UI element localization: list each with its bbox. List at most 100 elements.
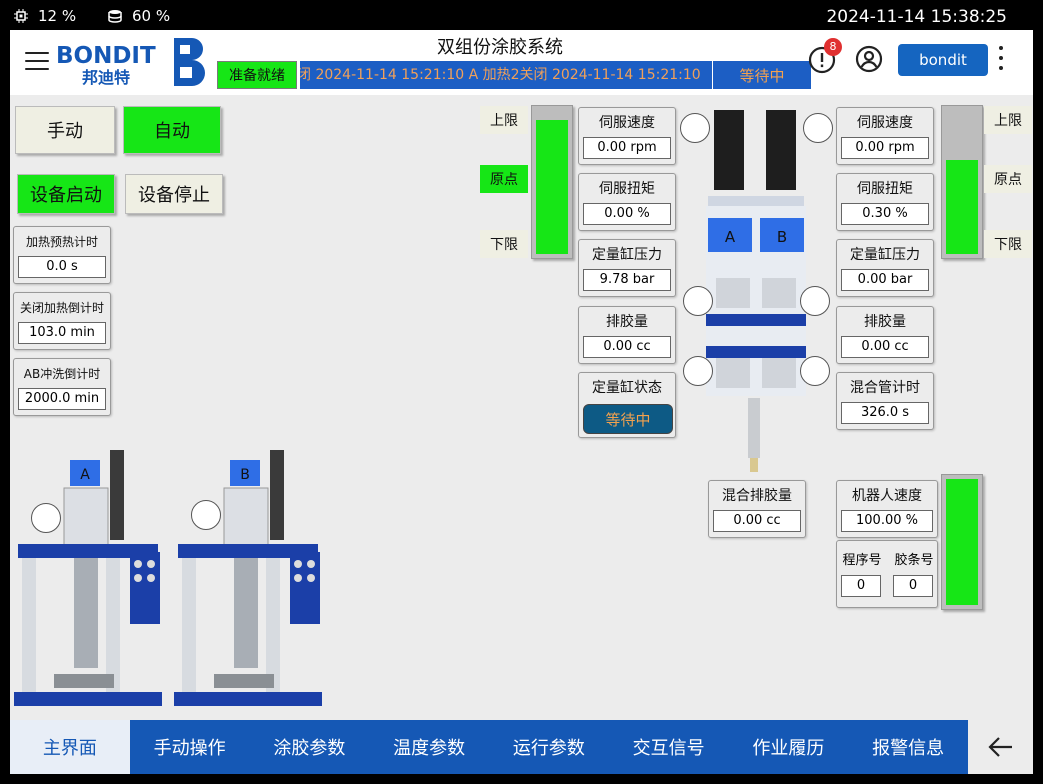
arrow-left-icon: [987, 737, 1012, 757]
param-value: 0.00 rpm: [583, 137, 671, 159]
tab-main[interactable]: 主界面: [10, 720, 130, 774]
right-low-indicator-lamp: [800, 356, 830, 386]
svg-text:邦迪特: 邦迪特: [82, 68, 130, 87]
pump-b-label: B: [240, 467, 250, 483]
left-dispense-volume: 排胶量 0.00 cc: [578, 306, 676, 364]
bead-label: 胶条号: [894, 553, 934, 568]
param-label: 排胶量: [864, 314, 906, 330]
param-label: 混合管计时: [850, 380, 920, 396]
robot-speed: 机器人速度 100.00 %: [836, 480, 938, 538]
param-label: 伺服扭矩: [857, 181, 913, 197]
param-value: 0.00 bar: [841, 269, 929, 291]
user-icon[interactable]: [854, 44, 884, 74]
meter-state-value: 等待中: [583, 404, 673, 434]
pump-b-indicator-lamp: [191, 500, 221, 530]
robot-speed-gauge: [941, 474, 983, 610]
head-label-b: B: [777, 228, 787, 246]
head-label-a: A: [725, 228, 736, 246]
ticker-text: 闭 2024-11-14 15:21:10 A 加热2关闭 2024-11-14…: [300, 67, 701, 83]
left-level-fill: [536, 120, 568, 254]
back-button[interactable]: [968, 720, 1033, 774]
system-clock: 2024-11-14 15:38:25: [826, 7, 1007, 27]
tab-temperature-params[interactable]: 温度参数: [369, 720, 489, 774]
auto-mode-button[interactable]: 自动: [123, 106, 221, 154]
heat-off-countdown: 关闭加热倒计时 103.0 min: [13, 292, 111, 350]
bead-value: 0: [893, 575, 933, 597]
alarm-count-badge: 8: [824, 38, 842, 56]
heat-preheat-timer: 加热预热计时 0.0 s: [13, 226, 111, 284]
tab-alarm-info[interactable]: 报警信息: [848, 720, 968, 774]
tab-io-signals[interactable]: 交互信号: [609, 720, 729, 774]
right-lower-limit: 下限: [984, 230, 1032, 258]
param-value: 0.00 rpm: [841, 137, 929, 159]
right-top-indicator-lamp: [803, 113, 833, 143]
mix-dispense-volume: 混合排胶量 0.00 cc: [708, 480, 806, 538]
left-lower-limit: 下限: [480, 230, 528, 258]
left-meter-pressure: 定量缸压力 9.78 bar: [578, 239, 676, 297]
param-value: 9.78 bar: [583, 269, 671, 291]
left-servo-speed: 伺服速度 0.00 rpm: [578, 107, 676, 165]
timer-label: 关闭加热倒计时: [19, 301, 104, 315]
program-bead-panel: 程序号 胶条号 0 0: [836, 540, 938, 608]
param-value: 0.00 cc: [841, 336, 929, 358]
right-meter-pressure: 定量缸压力 0.00 bar: [836, 239, 934, 297]
timer-value: 2000.0 min: [18, 388, 106, 410]
param-value: 326.0 s: [841, 402, 929, 424]
timer-label: AB冲洗倒计时: [23, 367, 101, 381]
param-label: 伺服速度: [857, 115, 913, 131]
meter-cylinder-state: 定量缸状态 等待中: [578, 372, 676, 438]
more-vert-icon[interactable]: [996, 46, 1006, 74]
param-label: 定量缸压力: [592, 247, 662, 263]
pump-b-illustration: B: [174, 450, 322, 706]
bottom-navigation: 主界面 手动操作 涂胶参数 温度参数 运行参数 交互信号 作业履历 报警信息: [10, 720, 968, 774]
manual-mode-button[interactable]: 手动: [15, 106, 115, 154]
param-label: 定量缸压力: [850, 247, 920, 263]
ready-status-badge: 准备就绪: [217, 61, 297, 89]
param-label: 伺服速度: [599, 115, 655, 131]
program-value: 0: [841, 575, 881, 597]
right-servo-speed: 伺服速度 0.00 rpm: [836, 107, 934, 165]
device-stop-button[interactable]: 设备停止: [125, 174, 223, 214]
param-value: 0.00 cc: [713, 510, 801, 532]
right-level-fill: [946, 160, 978, 254]
cpu-value: 12 %: [38, 7, 77, 25]
menu-icon[interactable]: [25, 52, 49, 70]
database-icon: [108, 10, 122, 23]
right-dispense-volume: 排胶量 0.00 cc: [836, 306, 934, 364]
param-value: 0.30 %: [841, 203, 929, 225]
app-header: BONDIT 邦迪特 双组份涂胶系统 准备就绪 闭 2024-11-14 15:…: [10, 30, 1033, 95]
timer-label: 加热预热计时: [25, 235, 98, 249]
cpu-indicator: 12 %: [14, 7, 76, 25]
ab-flush-countdown: AB冲洗倒计时 2000.0 min: [13, 358, 111, 416]
svg-text:BONDIT: BONDIT: [56, 43, 156, 69]
left-servo-torque: 伺服扭矩 0.00 %: [578, 173, 676, 231]
param-value: 0.00 cc: [583, 336, 671, 358]
right-upper-limit: 上限: [984, 106, 1032, 134]
param-value: 0.00 %: [583, 203, 671, 225]
left-top-indicator-lamp: [680, 113, 710, 143]
system-status-bar: 12 % 60 % 2024-11-14 15:38:25: [0, 0, 1043, 30]
device-start-button[interactable]: 设备启动: [17, 174, 115, 214]
pump-a-indicator-lamp: [31, 503, 61, 533]
right-level-gauge: [941, 105, 983, 259]
bondit-logo: BONDIT 邦迪特: [56, 36, 206, 88]
tab-dispense-params[interactable]: 涂胶参数: [250, 720, 370, 774]
tab-job-history[interactable]: 作业履历: [729, 720, 849, 774]
timer-value: 103.0 min: [18, 322, 106, 344]
param-label: 伺服扭矩: [599, 181, 655, 197]
user-button[interactable]: bondit: [898, 44, 988, 76]
disk-value: 60 %: [132, 7, 171, 25]
robot-speed-fill: [946, 479, 978, 605]
timer-value: 0.0 s: [18, 256, 106, 278]
right-home-position: 原点: [984, 165, 1032, 193]
tab-run-params[interactable]: 运行参数: [489, 720, 609, 774]
tab-manual-operation[interactable]: 手动操作: [130, 720, 250, 774]
wait-status-badge: 等待中: [713, 61, 811, 89]
program-label: 程序号: [842, 553, 882, 568]
param-label: 排胶量: [606, 314, 648, 330]
right-mid-indicator-lamp: [800, 286, 830, 316]
hmi-screen: BONDIT 邦迪特 双组份涂胶系统 准备就绪 闭 2024-11-14 15:…: [10, 30, 1033, 774]
pump-a-illustration: A: [14, 450, 162, 706]
param-label: 定量缸状态: [592, 380, 662, 396]
param-label: 混合排胶量: [722, 488, 792, 504]
